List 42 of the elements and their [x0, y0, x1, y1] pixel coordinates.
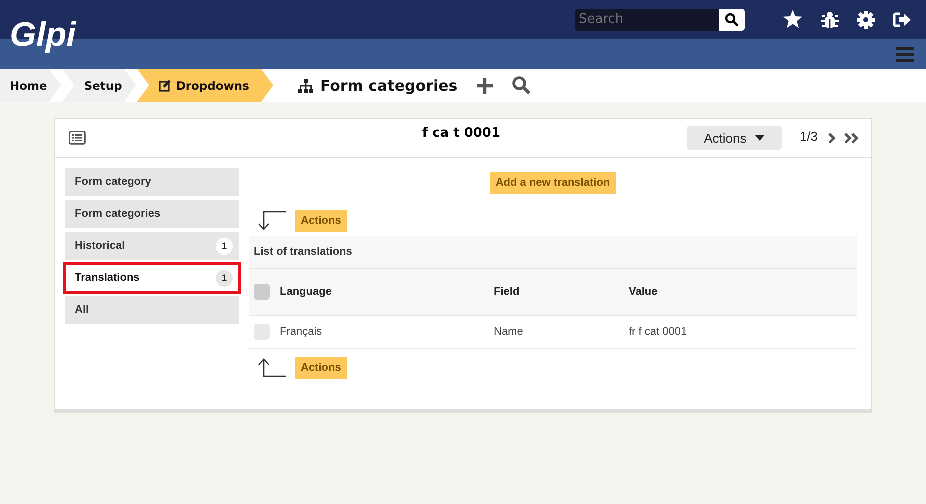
- actions-button[interactable]: Actions: [295, 210, 348, 232]
- next-icon[interactable]: [828, 132, 836, 144]
- last-page-icon[interactable]: [844, 132, 859, 144]
- search-icon[interactable]: [512, 76, 531, 95]
- actions-dropdown[interactable]: Actions: [686, 126, 782, 150]
- count-badge: 1: [216, 270, 233, 286]
- hierarchy-icon: [298, 78, 314, 92]
- tab[interactable]: Form categories: [65, 200, 239, 228]
- breadcrumb-link[interactable]: Dropdowns: [137, 69, 274, 102]
- search-icon[interactable]: [719, 8, 745, 30]
- table-cell: fr f cat 0001: [629, 326, 688, 338]
- logout-icon[interactable]: [893, 12, 912, 28]
- column-header: Language: [280, 286, 333, 298]
- arrow-up-icon: [257, 358, 287, 378]
- breadcrumb-link[interactable]: Setup: [62, 69, 136, 102]
- count-badge: 1: [216, 238, 233, 254]
- breadcrumb-link[interactable]: Home: [0, 69, 62, 102]
- table-cell-text: Français: [280, 326, 324, 338]
- edit-icon: [159, 80, 172, 92]
- arrow-down-icon: [257, 211, 287, 231]
- column-header: Value: [629, 286, 658, 298]
- add-icon[interactable]: [476, 76, 494, 94]
- tab[interactable]: Historical 1: [65, 232, 239, 260]
- select-all-checkbox[interactable]: [254, 284, 270, 300]
- add-translation-button[interactable]: Add a new translation: [490, 172, 616, 194]
- table-caption: List of translations: [249, 236, 857, 269]
- star-icon[interactable]: [783, 10, 803, 29]
- column-header: Field: [494, 286, 521, 298]
- caret-icon: [754, 135, 765, 141]
- pager-text: 1/3: [800, 128, 818, 144]
- search-field[interactable]: Search: [575, 8, 719, 30]
- list-icon[interactable]: [69, 131, 86, 145]
- item-title: f ca t 0001: [421, 126, 502, 140]
- tab[interactable]: Translations 1: [65, 264, 239, 292]
- page-title: Form categories: [320, 76, 458, 94]
- tab[interactable]: All: [65, 296, 239, 324]
- bug-icon[interactable]: [821, 10, 839, 28]
- glpi-logo[interactable]: Glpi: [10, 18, 76, 58]
- actions-button[interactable]: Actions: [295, 357, 348, 379]
- tab[interactable]: Form category: [65, 168, 239, 196]
- settings-icon[interactable]: [857, 10, 875, 28]
- table-cell-text: Name: [494, 326, 524, 338]
